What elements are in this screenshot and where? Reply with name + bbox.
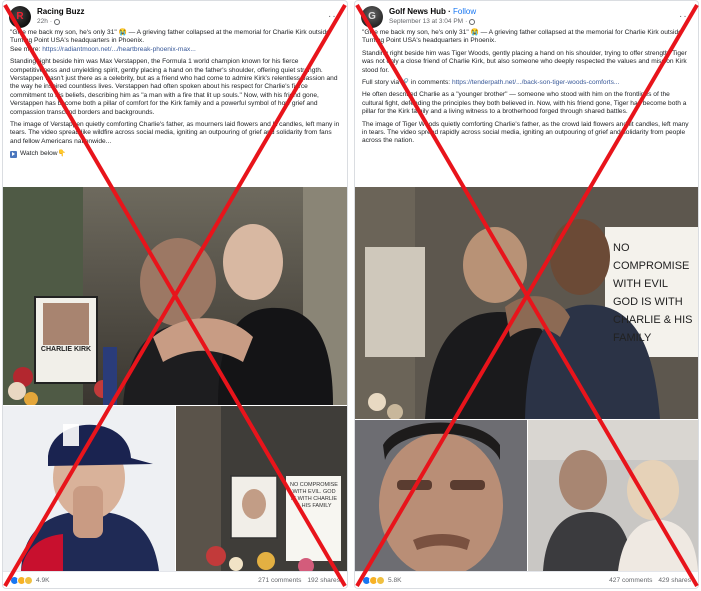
charlie-kirk-sign: CHARLIE KIRK <box>40 346 92 353</box>
no-compromise-sign: NO COMPROMISE WITH EVIL GOD IS WITH CHAR… <box>613 242 693 344</box>
post-paragraph-2: The image of Verstappen quietly comforti… <box>10 121 340 145</box>
driver-praying-photo[interactable] <box>3 406 175 571</box>
follow-button[interactable]: Follow <box>453 7 476 16</box>
reaction-count: 4.9K <box>36 576 50 584</box>
full-story-link[interactable]: https://tenderpath.net/.../back-son-tige… <box>452 79 619 86</box>
post-left-racing-buzz: R Racing Buzz 22h · ··· "Give me back my… <box>2 0 348 589</box>
post-time[interactable]: 22h <box>37 17 48 26</box>
child-hug-image <box>528 420 698 571</box>
more-options-icon[interactable]: ··· <box>679 11 692 22</box>
post-paragraph-3: The image of Tiger Woods quietly comfort… <box>362 120 689 145</box>
post-header: R Racing Buzz 22h · ··· <box>3 1 347 29</box>
watch-below-label: Watch below👇 <box>20 150 66 158</box>
post-text: "Give me back my son, he's only 31" 😭 — … <box>3 29 347 159</box>
shares-count[interactable]: 429 shares <box>658 577 691 584</box>
globe-icon <box>469 18 476 25</box>
post-quote: "Give me back my son, he's only 31" 😭 — … <box>362 29 682 45</box>
full-story-label: Full story via 🔗 in comments: <box>362 79 451 87</box>
post-right-golf-news-hub: G Golf News Hub · Follow September 13 at… <box>354 0 699 589</box>
comments-count[interactable]: 427 comments <box>609 577 652 584</box>
see-more-label: See more: <box>10 45 41 53</box>
post-footer: 4.9K 271 comments 192 shares <box>3 571 347 588</box>
post-paragraph-1: Standing right beside him was Tiger Wood… <box>362 49 687 74</box>
post-time[interactable]: September 13 at 3:04 PM <box>389 17 463 26</box>
post-paragraph-1: Standing right beside him was Max Versta… <box>10 58 338 116</box>
page-avatar[interactable]: G <box>361 5 383 28</box>
sad-reaction-icon <box>376 575 385 585</box>
memorial-sign-photo[interactable]: NO COMPROMISE WITH EVIL. GOD IS WITH CHA… <box>176 406 347 571</box>
reaction-count: 5.8K <box>388 576 402 584</box>
post-text: "Give me back my son, he's only 31" 😭 — … <box>355 29 698 146</box>
more-options-icon[interactable]: ··· <box>328 11 341 22</box>
comments-count[interactable]: 271 comments <box>258 577 301 584</box>
driver-photo-image <box>3 406 175 571</box>
main-photo[interactable]: CHARLIE KIRK <box>3 187 347 405</box>
post-meta: September 13 at 3:04 PM · <box>389 17 476 26</box>
page-name[interactable]: Racing Buzz <box>37 7 85 17</box>
see-more-link[interactable]: https://radiantmoon.net/.../heartbreak-p… <box>42 46 196 53</box>
crying-father-image <box>355 420 527 571</box>
reactions[interactable]: 5.8K <box>362 575 402 585</box>
post-footer: 5.8K 427 comments 429 shares <box>355 571 698 588</box>
play-icon <box>10 150 17 158</box>
crying-father-photo[interactable] <box>355 420 527 571</box>
page-name[interactable]: Golf News Hub <box>389 7 446 16</box>
page-avatar[interactable]: R <box>9 5 31 28</box>
post-header: G Golf News Hub · Follow September 13 at… <box>355 1 698 29</box>
reactions[interactable]: 4.9K <box>10 575 50 585</box>
child-hug-photo[interactable] <box>528 420 698 571</box>
post-meta: 22h · <box>37 17 85 26</box>
shares-count[interactable]: 192 shares <box>307 577 340 584</box>
post-paragraph-2: He often described Charlie as a "younger… <box>362 91 687 116</box>
sad-reaction-icon <box>24 575 33 585</box>
post-quote: "Give me back my son, he's only 31" 😭 — … <box>10 29 330 45</box>
globe-icon <box>54 18 61 25</box>
no-compromise-sign: NO COMPROMISE WITH EVIL. GOD IS WITH CHA… <box>290 482 338 509</box>
main-photo[interactable]: NO COMPROMISE WITH EVIL GOD IS WITH CHAR… <box>355 187 698 419</box>
